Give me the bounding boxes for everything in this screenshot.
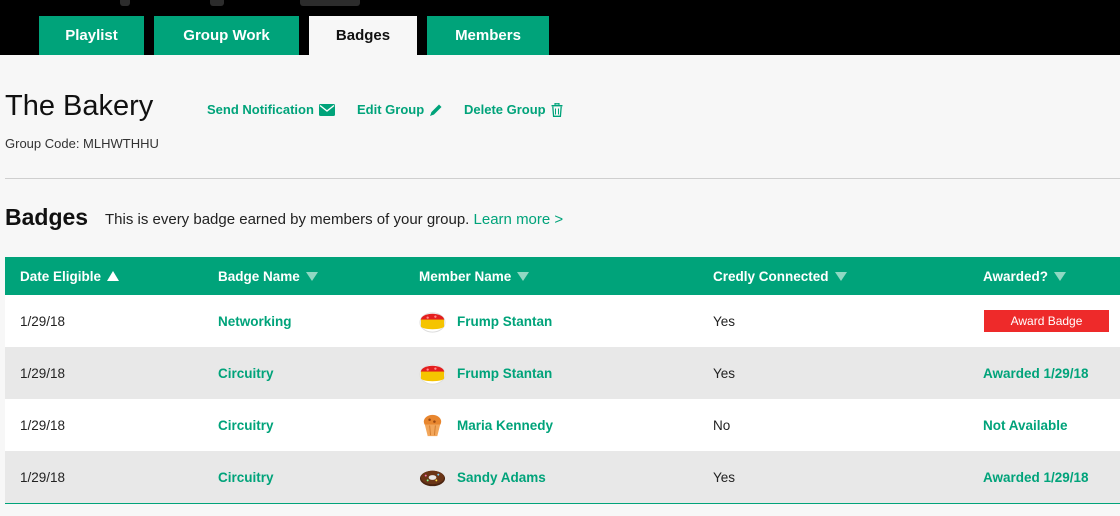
table-row: 1/29/18 Circuitry Maria Kennedy No Not A…	[5, 399, 1120, 451]
top-nav-bar: Playlist Group Work Badges Members	[0, 0, 1120, 55]
badge-name-link[interactable]: Circuitry	[218, 451, 274, 503]
column-header-date-eligible[interactable]: Date Eligible	[20, 257, 120, 295]
column-header-label: Member Name	[419, 268, 512, 284]
date-cell: 1/29/18	[20, 469, 66, 485]
muffin-avatar-icon	[423, 414, 442, 436]
delete-group-link[interactable]: Delete Group	[464, 102, 563, 117]
credly-connected-cell: Yes	[713, 313, 736, 329]
send-notification-label: Send Notification	[207, 102, 314, 117]
delete-group-label: Delete Group	[464, 102, 546, 117]
member-name-link[interactable]: Sandy Adams	[457, 470, 546, 485]
date-cell: 1/29/18	[20, 365, 66, 381]
column-header-label: Badge Name	[218, 268, 300, 284]
cake-avatar-icon	[419, 311, 446, 333]
column-header-label: Awarded?	[983, 268, 1049, 284]
envelope-icon	[318, 103, 335, 116]
column-header-label: Date Eligible	[20, 268, 102, 284]
send-notification-link[interactable]: Send Notification	[207, 102, 335, 117]
learn-more-link[interactable]: Learn more >	[474, 211, 564, 228]
edit-group-link[interactable]: Edit Group	[357, 102, 443, 117]
member-name-link[interactable]: Maria Kennedy	[457, 418, 553, 433]
credly-connected-cell: Yes	[713, 469, 736, 485]
badge-name-link[interactable]: Networking	[218, 295, 292, 347]
logo-fragment	[300, 0, 360, 6]
logo-fragment	[120, 0, 130, 6]
badge-name-link[interactable]: Circuitry	[218, 399, 274, 451]
badges-heading: Badges	[5, 204, 89, 230]
credly-connected-cell: Yes	[713, 365, 736, 381]
logo-fragment	[210, 0, 224, 6]
member-name-link[interactable]: Frump Stantan	[457, 314, 552, 329]
badge-name-link[interactable]: Circuitry	[218, 347, 274, 399]
column-header-credly-connected[interactable]: Credly Connected	[713, 257, 847, 295]
sort-down-icon	[517, 271, 530, 281]
column-header-member-name[interactable]: Member Name	[419, 257, 530, 295]
tab-badges[interactable]: Badges	[309, 16, 417, 55]
column-header-label: Credly Connected	[713, 268, 829, 284]
date-cell: 1/29/18	[20, 417, 66, 433]
awarded-status: Awarded 1/29/18	[983, 469, 1089, 485]
credly-connected-cell: No	[713, 417, 731, 433]
date-cell: 1/29/18	[20, 313, 66, 329]
table-row: 1/29/18 Circuitry Sandy Adams Yes Awarde…	[5, 451, 1120, 503]
sort-down-icon	[1054, 271, 1067, 281]
group-code: Group Code: MLHWTHHU	[5, 136, 159, 151]
edit-group-label: Edit Group	[357, 102, 425, 117]
trash-icon	[551, 102, 563, 117]
table-row: 1/29/18 Networking Frump Stantan Yes Awa…	[5, 295, 1120, 347]
cake-avatar-icon	[419, 363, 446, 385]
awarded-status: Awarded 1/29/18	[983, 365, 1089, 381]
tab-group-work[interactable]: Group Work	[154, 16, 299, 55]
sort-down-icon	[834, 271, 847, 281]
badges-description: This is every badge earned by members of…	[105, 211, 563, 228]
sort-down-icon	[305, 271, 318, 281]
tab-members[interactable]: Members	[427, 16, 549, 55]
award-badge-button[interactable]: Award Badge	[983, 309, 1110, 333]
sort-ascending-icon	[107, 271, 120, 281]
tab-playlist[interactable]: Playlist	[39, 16, 144, 55]
column-header-badge-name[interactable]: Badge Name	[218, 257, 318, 295]
badges-table-header: Date Eligible Badge Name Member Name Cre…	[5, 257, 1120, 295]
awarded-status: Not Available	[983, 417, 1068, 433]
pencil-icon	[430, 104, 442, 116]
donut-avatar-icon	[419, 470, 446, 486]
table-bottom-border	[5, 503, 1120, 504]
badges-description-text: This is every badge earned by members of…	[105, 211, 470, 228]
column-header-awarded[interactable]: Awarded?	[983, 257, 1067, 295]
member-name-link[interactable]: Frump Stantan	[457, 366, 552, 381]
table-row: 1/29/18 Circuitry Frump Stantan Yes Awar…	[5, 347, 1120, 399]
group-title: The Bakery	[5, 90, 154, 122]
section-divider	[5, 178, 1120, 179]
